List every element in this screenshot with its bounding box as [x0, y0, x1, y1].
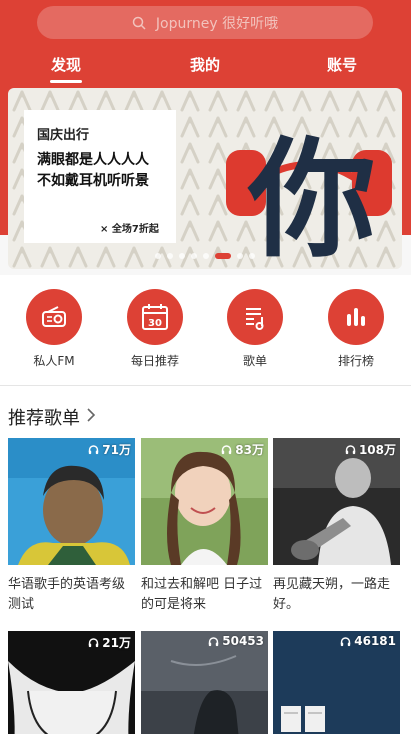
banner-card: 国庆出行 满眼都是人人人人 不如戴耳机听听景 × 全场7折起 — [24, 110, 176, 243]
playlist-cover: 108万 — [273, 438, 400, 565]
playlist-card[interactable]: 50453 — [141, 631, 268, 734]
banner-promo-text: 全场7折起 — [111, 224, 159, 235]
quick-ranking[interactable]: 排行榜 — [316, 289, 396, 369]
calendar-day: 30 — [148, 318, 162, 329]
playlist-card[interactable]: 46181 — [273, 631, 400, 734]
playlist-card[interactable]: 21万 — [8, 631, 135, 734]
banner[interactable]: 你 国庆出行 满眼都是人人人人 不如戴耳机听听景 × 全场7折起 — [8, 88, 402, 269]
pagination-dot[interactable] — [215, 253, 231, 259]
play-count: 46181 — [340, 634, 396, 648]
banner-big-char: 你 — [247, 126, 376, 269]
playlist-title: 和过去和解吧 日子过的可是将来 — [141, 577, 263, 612]
quick-entry-row: 私人FM 30 每日推荐 歌单 排行榜 — [0, 275, 411, 385]
close-mark-icon: × — [100, 224, 109, 235]
play-count: 83万 — [221, 441, 264, 458]
tab-discover[interactable]: 发现 — [51, 54, 81, 75]
banner-card-promo: × 全场7折起 — [100, 220, 159, 235]
play-count-value: 46181 — [354, 634, 396, 648]
section-title[interactable]: 推荐歌单 — [8, 404, 80, 430]
quick-playlist-label: 歌单 — [242, 354, 267, 368]
headphone-icon — [89, 445, 99, 455]
headphone-icon — [209, 636, 219, 646]
tab-account[interactable]: 账号 — [327, 54, 357, 75]
top-tabs: 发现 我的 账号 — [0, 50, 411, 84]
play-count: 71万 — [88, 441, 131, 458]
play-count-value: 108万 — [358, 443, 396, 457]
playlist-cover: 46181 — [273, 631, 400, 734]
play-count-value: 50453 — [222, 634, 264, 648]
recommended-section: 推荐歌单 71万 华语歌手的英语考级测试 83万 和过去和解吧 日子过的可是将来… — [0, 386, 411, 734]
play-count: 21万 — [88, 634, 131, 651]
playlist-cover: 71万 — [8, 438, 135, 565]
playlist-cover: 83万 — [141, 438, 268, 565]
headphone-icon — [89, 638, 99, 648]
calendar-icon: 30 — [142, 304, 168, 330]
quick-fm[interactable]: 私人FM — [14, 289, 94, 369]
pagination-dot[interactable] — [237, 253, 243, 259]
playlist-title: 再见藏天朔，一路走好。 — [273, 577, 391, 612]
pagination-dot[interactable] — [203, 253, 209, 259]
play-count: 108万 — [345, 441, 396, 458]
search-placeholder: Jopurney 很好听哦 — [155, 15, 279, 32]
playlist-title: 华语歌手的英语考级测试 — [8, 577, 126, 612]
quick-daily[interactable]: 30 每日推荐 — [115, 289, 195, 369]
play-count-value: 83万 — [235, 443, 264, 457]
pagination-dot[interactable] — [155, 253, 161, 259]
playlist-card[interactable]: 83万 和过去和解吧 日子过的可是将来 — [141, 438, 268, 615]
quick-daily-label: 每日推荐 — [130, 354, 179, 368]
headphone-icon — [345, 445, 356, 455]
headphone-icon — [341, 636, 351, 646]
quick-playlist[interactable]: 歌单 — [215, 289, 295, 369]
ranking-icon — [347, 308, 365, 326]
headphone-icon — [222, 445, 232, 455]
banner-card-text: 满眼都是人人人人 不如戴耳机听听景 — [37, 152, 149, 189]
quick-fm-label: 私人FM — [33, 354, 75, 368]
search-bar[interactable]: Jopurney 很好听哦 — [37, 6, 373, 39]
search-icon — [132, 16, 146, 30]
pagination-dot[interactable] — [167, 253, 173, 259]
tab-mine[interactable]: 我的 — [190, 54, 220, 75]
play-count-value: 71万 — [102, 443, 131, 457]
playlist-cover: 50453 — [141, 631, 268, 734]
tab-indicator — [50, 80, 82, 83]
pagination-dot[interactable] — [191, 253, 197, 259]
banner-card-title: 国庆出行 — [37, 128, 90, 143]
pagination-dot[interactable] — [249, 253, 255, 259]
playlist-cover: 21万 — [8, 631, 135, 734]
playlist-card[interactable]: 108万 再见藏天朔，一路走好。 — [273, 438, 400, 615]
playlist-icon — [246, 308, 264, 330]
chevron-right-icon[interactable] — [86, 407, 96, 423]
banner-pagination — [8, 252, 402, 262]
play-count: 50453 — [208, 634, 264, 648]
play-count-value: 21万 — [102, 636, 131, 650]
playlist-card[interactable]: 71万 华语歌手的英语考级测试 — [8, 438, 135, 615]
pagination-dot[interactable] — [179, 253, 185, 259]
quick-ranking-label: 排行榜 — [337, 354, 374, 368]
radio-icon — [42, 306, 66, 327]
